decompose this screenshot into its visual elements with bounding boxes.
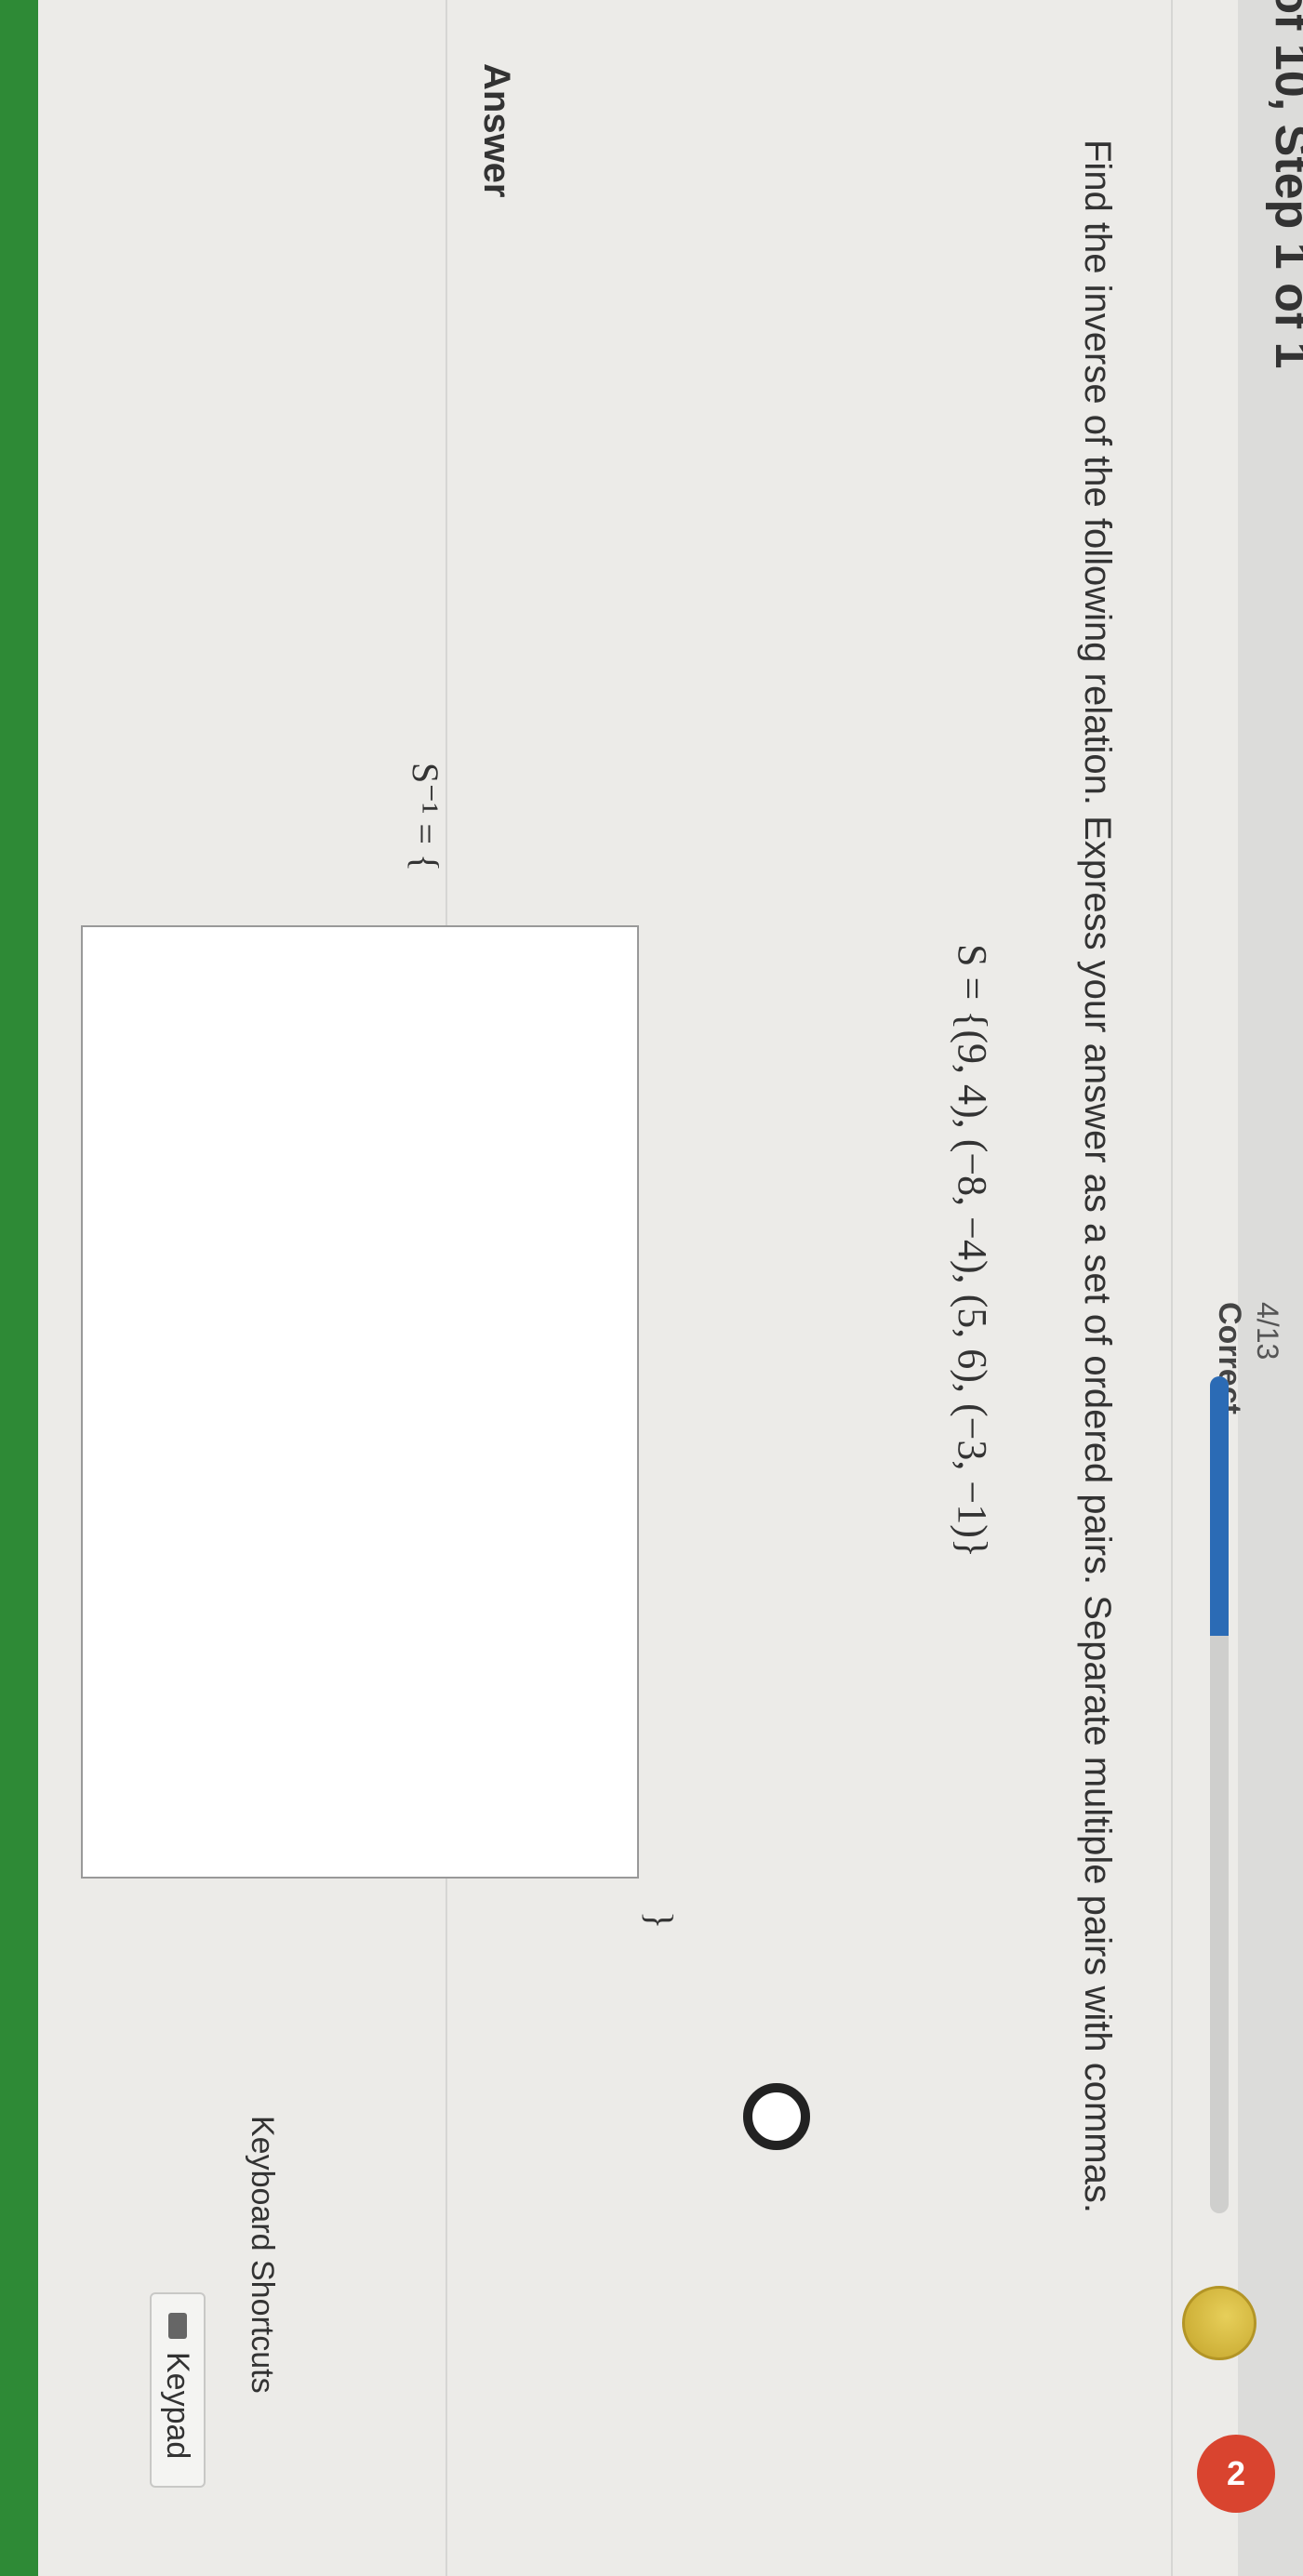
answer-heading: Answer xyxy=(476,63,517,198)
keypad-label: Keypad xyxy=(160,2352,196,2460)
question-prompt: Find the inverse of the following relati… xyxy=(1077,139,1118,2213)
coin-icon[interactable] xyxy=(1182,2286,1256,2360)
streak-badge[interactable]: 2 xyxy=(1197,2435,1275,2513)
answer-input[interactable] xyxy=(81,925,639,1879)
keyboard-shortcuts-link[interactable]: Keyboard Shortcuts xyxy=(244,2116,280,2394)
progress-bar xyxy=(1210,1376,1229,2213)
page-edge xyxy=(0,0,38,2576)
answer-closing-brace: } xyxy=(639,1911,681,1930)
header-bar xyxy=(1238,0,1303,2576)
header-divider xyxy=(1171,0,1173,2576)
keypad-icon xyxy=(168,2313,187,2339)
step-label: 3 of 10, Step 1 of 1 xyxy=(1265,0,1303,369)
progress-count: 4/13 xyxy=(1251,1302,1284,1361)
answer-label: S⁻¹ = { xyxy=(405,763,446,872)
relation-expression: S = {(9, 4), (−8, −4), (5, 6), (−3, −1)} xyxy=(950,944,995,1558)
question-page: 3 of 10, Step 1 of 1 4/13 Correct 2 Find… xyxy=(0,0,1303,2576)
hint-icon[interactable] xyxy=(743,2083,810,2150)
progress-bar-fill xyxy=(1210,1376,1229,1636)
keypad-button[interactable]: Keypad xyxy=(150,2292,206,2488)
